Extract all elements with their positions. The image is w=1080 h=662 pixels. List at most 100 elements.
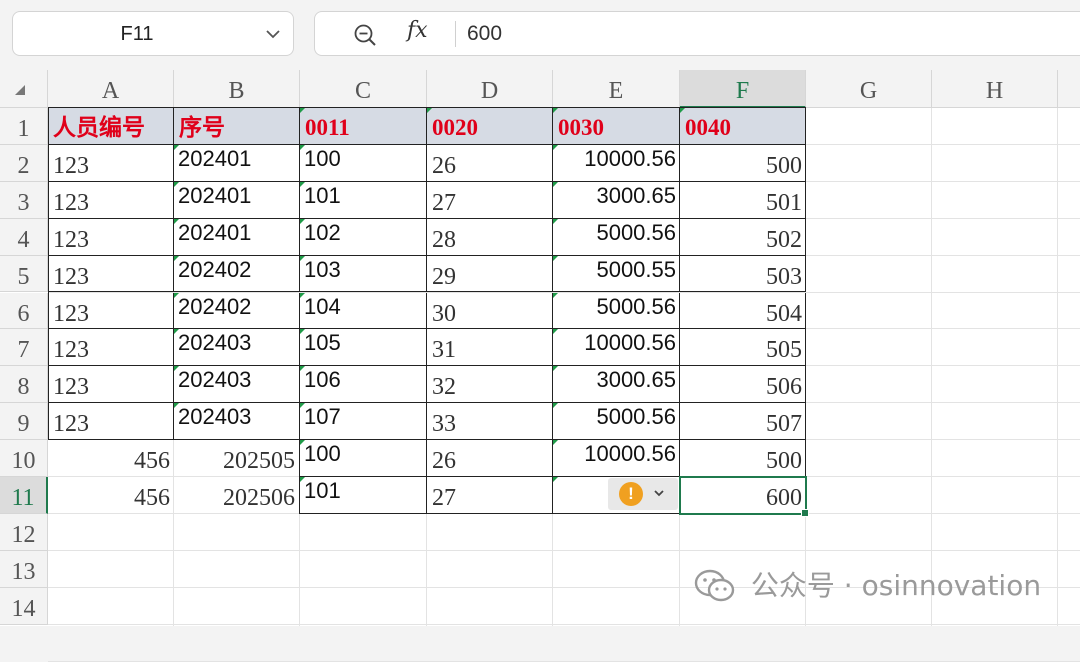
table-cell[interactable]: 28 [427, 218, 553, 256]
formula-input[interactable]: 600 [467, 12, 502, 55]
row-header-13[interactable]: 13 [0, 550, 48, 588]
table-cell[interactable]: 123 [48, 255, 174, 293]
table-cell[interactable]: 3000.65 [553, 366, 680, 404]
table-cell[interactable]: 123 [48, 181, 174, 219]
table-cell[interactable]: 30 [427, 292, 553, 330]
table-cell[interactable]: 101 [300, 477, 427, 514]
table-cell[interactable]: 202506 [174, 477, 300, 514]
table-cell[interactable]: 202401 [174, 218, 300, 256]
table-cell[interactable]: 501 [680, 181, 806, 219]
header-cell[interactable]: 0011 [300, 108, 427, 145]
table-cell[interactable]: 107 [300, 403, 427, 441]
chevron-down-icon[interactable] [652, 486, 666, 500]
row-header-6[interactable]: 6 [0, 292, 48, 330]
table-cell[interactable]: 26 [427, 440, 553, 477]
table-cell[interactable]: 456 [48, 440, 174, 477]
column-header-d[interactable]: D [427, 70, 553, 108]
row-header-4[interactable]: 4 [0, 218, 48, 256]
table-cell[interactable]: 10000.56 [553, 329, 680, 367]
table-cell[interactable]: 100 [300, 144, 427, 182]
table-cell[interactable]: 31 [427, 329, 553, 367]
column-header-h[interactable]: H [932, 70, 1058, 108]
fill-handle[interactable] [801, 508, 809, 517]
chevron-down-icon[interactable] [263, 24, 283, 44]
table-cell[interactable]: 500 [680, 440, 806, 477]
table-cell[interactable]: 202402 [174, 292, 300, 330]
table-cell[interactable]: 101 [300, 181, 427, 219]
table-cell[interactable]: 123 [48, 403, 174, 441]
column-header-g[interactable]: G [806, 70, 932, 108]
column-header-a[interactable]: A [48, 70, 174, 108]
table-cell[interactable]: 10000.56 [553, 144, 680, 182]
table-cell[interactable]: 202403 [174, 329, 300, 367]
row-header-14[interactable]: 14 [0, 587, 48, 625]
table-cell[interactable]: 123 [48, 366, 174, 404]
column-header-b[interactable]: B [174, 70, 300, 108]
table-cell[interactable]: 502 [680, 218, 806, 256]
row-header-9[interactable]: 9 [0, 403, 48, 441]
table-cell[interactable]: 503 [680, 255, 806, 293]
row-header-11[interactable]: 11 [0, 477, 48, 514]
header-cell[interactable]: 序号 [174, 108, 300, 145]
row-header-7[interactable]: 7 [0, 329, 48, 367]
column-header-e[interactable]: E [553, 70, 680, 108]
table-cell[interactable]: 123 [48, 144, 174, 182]
table-cell[interactable]: 27 [427, 477, 553, 514]
table-cell[interactable]: 32 [427, 366, 553, 404]
row-header-8[interactable]: 8 [0, 366, 48, 404]
table-cell[interactable]: 33 [427, 403, 553, 441]
table-cell[interactable]: 26 [427, 144, 553, 182]
name-box-value[interactable]: F11 [13, 12, 261, 57]
table-cell[interactable]: 202403 [174, 366, 300, 404]
table-cell[interactable]: 202401 [174, 181, 300, 219]
table-cell[interactable]: 500 [680, 144, 806, 182]
spreadsheet-grid[interactable]: A B C D E F G H 1 2 3 4 5 6 7 8 9 10 11 12 13 14 人员编号 序号 0011 002… [0, 70, 1080, 662]
row-header-1[interactable]: 1 [0, 108, 48, 145]
table-cell[interactable]: 505 [680, 329, 806, 367]
table-cell[interactable]: 5000.56 [553, 218, 680, 256]
table-cell[interactable]: 100 [300, 440, 427, 477]
wechat-logo-icon [694, 569, 735, 602]
table-cell[interactable]: 5000.56 [553, 292, 680, 330]
table-cell[interactable]: 202401 [174, 144, 300, 182]
error-check-button[interactable]: ! [608, 478, 678, 510]
header-cell[interactable]: 0040 [680, 108, 806, 145]
table-cell[interactable]: 5000.55 [553, 255, 680, 293]
table-cell[interactable]: 103 [300, 255, 427, 293]
table-cell[interactable]: 456 [48, 477, 174, 514]
column-header-f[interactable]: F [680, 70, 806, 108]
table-cell[interactable]: 5000.56 [553, 403, 680, 441]
row-header-5[interactable]: 5 [0, 255, 48, 293]
table-cell[interactable]: 123 [48, 292, 174, 330]
name-box[interactable]: F11 [12, 11, 294, 56]
header-cell[interactable]: 0020 [427, 108, 553, 145]
table-cell[interactable]: 104 [300, 292, 427, 330]
table-cell[interactable]: 202402 [174, 255, 300, 293]
table-cell[interactable]: 102 [300, 218, 427, 256]
table-cell[interactable]: 504 [680, 292, 806, 330]
table-cell[interactable]: 106 [300, 366, 427, 404]
row-header-12[interactable]: 12 [0, 513, 48, 551]
header-cell[interactable]: 人员编号 [48, 108, 174, 145]
table-cell[interactable]: 507 [680, 403, 806, 441]
row-header-3[interactable]: 3 [0, 181, 48, 219]
table-cell[interactable]: 3000.65 [553, 181, 680, 219]
active-cell-f11[interactable] [679, 476, 809, 517]
row-header-10[interactable]: 10 [0, 440, 48, 477]
row-header-2[interactable]: 2 [0, 144, 48, 182]
table-cell[interactable]: 123 [48, 329, 174, 367]
table-cell[interactable]: 105 [300, 329, 427, 367]
header-cell[interactable]: 0030 [553, 108, 680, 145]
text-number-flag-icon [553, 366, 558, 372]
zoom-out-icon[interactable] [353, 23, 377, 47]
table-cell[interactable]: 202505 [174, 440, 300, 477]
table-cell[interactable]: 123 [48, 218, 174, 256]
function-icon[interactable]: fx [407, 18, 428, 43]
column-header-c[interactable]: C [300, 70, 427, 108]
table-cell[interactable]: 202403 [174, 403, 300, 441]
table-cell[interactable]: 29 [427, 255, 553, 293]
table-cell[interactable]: 10000.56 [553, 440, 680, 477]
table-cell[interactable]: 506 [680, 366, 806, 404]
table-cell[interactable]: 27 [427, 181, 553, 219]
select-all-corner[interactable] [0, 70, 48, 108]
